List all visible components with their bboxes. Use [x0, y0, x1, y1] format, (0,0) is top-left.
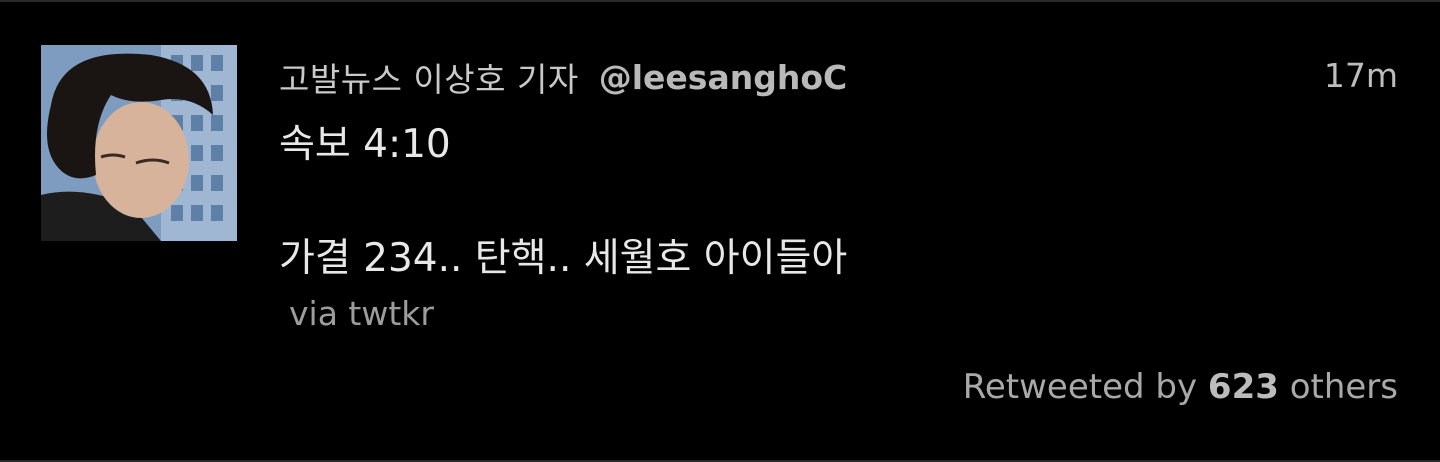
- avatar[interactable]: [41, 45, 237, 241]
- retweet-count: 623: [1207, 367, 1279, 407]
- retweet-suffix: others: [1289, 367, 1398, 407]
- retweet-prefix: Retweeted by: [962, 367, 1198, 407]
- retweet-info[interactable]: Retweeted by 623 others: [963, 367, 1398, 407]
- author-display-name[interactable]: 고발뉴스 이상호 기자: [279, 53, 579, 101]
- tweet-body: 속보 4:10 가결 234.. 탄핵.. 세월호 아이들아: [279, 116, 1279, 288]
- user-avatar-photo-icon: [41, 45, 237, 241]
- tweet-source: via twtkr: [289, 294, 434, 333]
- tweet-header: 고발뉴스 이상호 기자 @leesanghoC: [279, 54, 847, 100]
- author-handle[interactable]: @leesanghoC: [599, 58, 847, 97]
- tweet-text-spacer: [279, 174, 1279, 230]
- tweet-text-line: 속보 4:10: [279, 122, 451, 167]
- tweet-card[interactable]: 고발뉴스 이상호 기자 @leesanghoC 17m 속보 4:10 가결 2…: [0, 0, 1440, 462]
- tweet-text-line: 가결 234.. 탄핵.. 세월호 아이들아: [279, 236, 848, 281]
- tweet-timestamp: 17m: [1323, 56, 1398, 95]
